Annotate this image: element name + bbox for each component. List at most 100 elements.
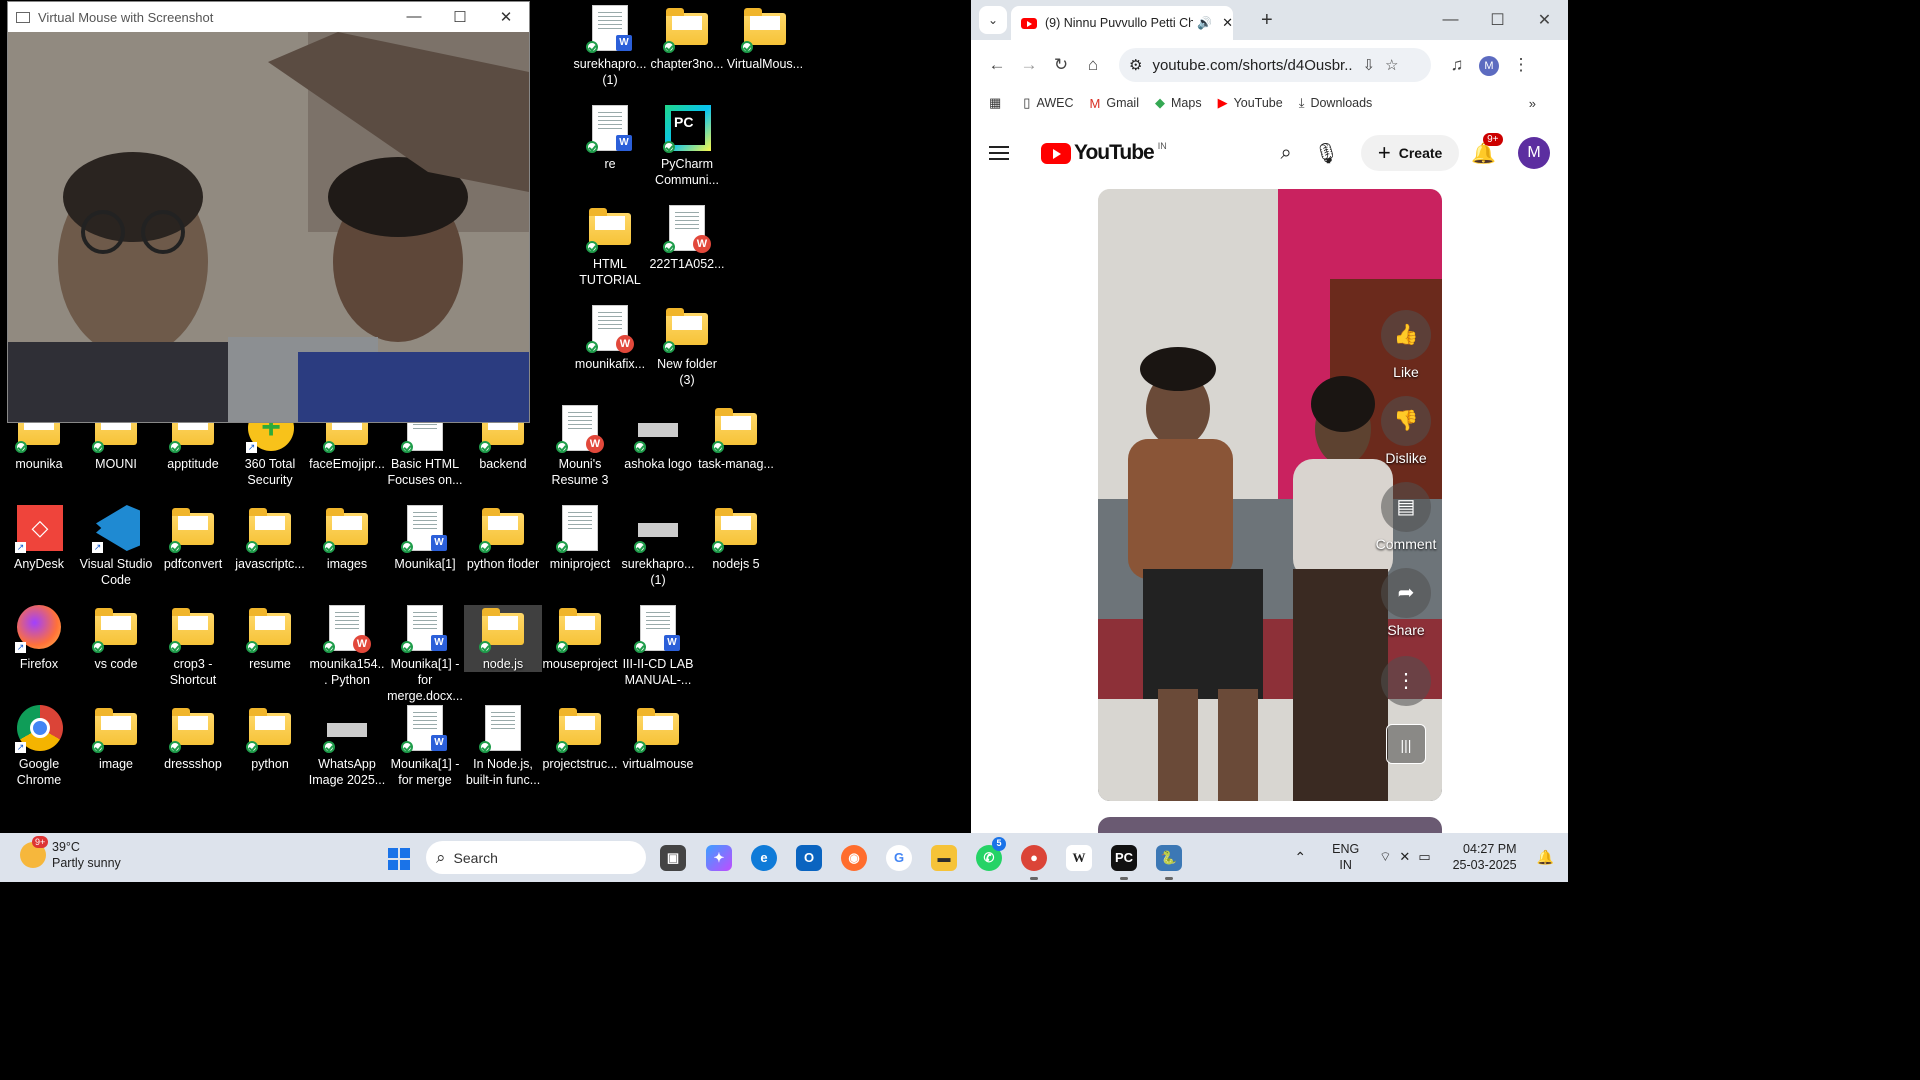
more-bookmarks-icon[interactable]: » — [1529, 96, 1542, 111]
bookmark-youtube[interactable]: ▶ YouTube — [1218, 95, 1283, 111]
desktop-icon[interactable]: Wmounikafix... — [571, 305, 649, 372]
tab-youtube[interactable]: (9) Ninnu Puvvullo Petti Chu 🔊 ✕ — [1011, 6, 1233, 40]
camera-window[interactable]: Virtual Mouse with Screenshot — ☐ ✕ — [7, 1, 530, 423]
bookmark-maps[interactable]: ◆ Maps — [1155, 95, 1202, 111]
desktop-icon[interactable]: projectstruc... — [541, 705, 619, 772]
desktop-icon[interactable]: node.js — [464, 605, 542, 672]
desktop-icon[interactable]: images — [308, 505, 386, 572]
create-button[interactable]: + Create — [1361, 135, 1460, 171]
desktop-icon[interactable]: ↗ Google Chrome — [0, 705, 78, 788]
desktop-icon[interactable]: ◇ ↗ AnyDesk — [0, 505, 78, 572]
desktop-icon[interactable]: In Node.js, built-in func... — [464, 705, 542, 788]
desktop-icon[interactable]: nodejs 5 — [697, 505, 775, 572]
desktop-icon[interactable]: python floder — [464, 505, 542, 572]
desktop-icon[interactable]: vs code — [77, 605, 155, 672]
weather-widget[interactable]: 9+ 39°C Partly sunny — [20, 836, 121, 871]
desktop-icon[interactable]: surekhapro... (1) — [619, 505, 697, 588]
reload-button[interactable]: ↻ — [1045, 55, 1077, 75]
desktop-icon[interactable]: W Mounika[1] - for merge — [386, 705, 464, 788]
thumbs-up-icon[interactable]: 👍 — [1381, 310, 1431, 360]
firefox-icon[interactable]: ◉ — [841, 845, 867, 871]
notification-center-icon[interactable]: 🔔 — [1537, 849, 1554, 866]
copilot-icon[interactable]: ✦ — [706, 845, 732, 871]
desktop-icon[interactable]: mouseproject — [541, 605, 619, 672]
minimize-button[interactable]: — — [391, 8, 437, 26]
close-button[interactable]: ✕ — [483, 8, 529, 26]
guide-menu-icon[interactable] — [989, 146, 1009, 160]
share-action[interactable]: ➦ Share — [1381, 568, 1431, 638]
desktop-icon[interactable]: crop3 - Shortcut — [154, 605, 232, 688]
desktop-icon[interactable]: New folder (3) — [648, 305, 726, 388]
share-icon[interactable]: ➦ — [1381, 568, 1431, 618]
comment-icon[interactable]: ▤ — [1381, 482, 1431, 532]
desktop-icon[interactable]: W 222T1A052... — [648, 205, 726, 272]
more-vertical-icon[interactable]: ⋮ — [1381, 656, 1431, 706]
tab-close-button[interactable]: ✕ — [1222, 15, 1233, 31]
taskbar-search[interactable]: ⌕ Search — [426, 841, 646, 874]
desktop-icon[interactable]: ↗ Firefox — [0, 605, 78, 672]
bookmark-star-icon[interactable]: ☆ — [1385, 56, 1398, 74]
start-button[interactable] — [388, 848, 410, 870]
desktop-icon[interactable]: task-manag... — [697, 405, 775, 472]
comment-action[interactable]: ▤ Comment — [1376, 482, 1436, 552]
network-volume-battery-icons[interactable]: ⌔✕▭ — [1379, 849, 1438, 865]
desktop-icon[interactable]: virtualmouse — [619, 705, 697, 772]
desktop-icon[interactable]: chapter3no... — [648, 5, 726, 72]
pycharm-taskbar-icon[interactable]: PC — [1111, 845, 1137, 880]
audio-wave-icon[interactable]: ||| — [1386, 724, 1426, 764]
browser-maximize-button[interactable]: ☐ — [1474, 10, 1521, 30]
address-bar[interactable]: ⚙ youtube.com/shorts/d4Ousbr... ⇩ ☆ — [1119, 48, 1431, 82]
microphone-icon[interactable]: 🎙 — [1314, 141, 1339, 166]
new-tab-button[interactable]: + — [1261, 9, 1273, 32]
desktop-icon[interactable]: Wsurekhapro... (1) — [571, 5, 649, 88]
account-avatar[interactable]: M — [1518, 137, 1550, 169]
task-view-icon[interactable]: ▣ — [660, 845, 686, 871]
file-explorer-icon[interactable]: ▬ — [931, 845, 957, 871]
desktop-icon[interactable]: python — [231, 705, 309, 772]
maximize-button[interactable]: ☐ — [437, 8, 483, 26]
like-action[interactable]: 👍 Like — [1381, 310, 1431, 380]
python-taskbar-icon[interactable]: 🐍 — [1156, 845, 1182, 880]
browser-menu-icon[interactable]: ⋮ — [1505, 55, 1537, 75]
tab-search-button[interactable]: ⌄ — [979, 6, 1007, 34]
desktop-icon[interactable]: W Mounika[1] — [386, 505, 464, 572]
desktop-icon[interactable]: dressshop — [154, 705, 232, 772]
remix-sound-button[interactable]: ||| — [1386, 724, 1426, 764]
bookmark-downloads[interactable]: ⤓ Downloads — [1299, 95, 1373, 111]
desktop-icon[interactable]: miniproject — [541, 505, 619, 572]
google-icon[interactable]: G — [886, 845, 912, 871]
desktop-icon[interactable]: resume — [231, 605, 309, 672]
desktop-icon[interactable]: W III-II-CD LAB MANUAL-... — [619, 605, 697, 688]
desktop-icon[interactable]: WhatsApp Image 2025... — [308, 705, 386, 788]
desktop-icon[interactable]: WMounika[1] - for merge.docx.... — [386, 605, 464, 720]
search-icon[interactable]: ⌕ — [1281, 142, 1292, 165]
desktop-icon[interactable]: VirtualMous... — [726, 5, 804, 72]
camera-window-titlebar[interactable]: Virtual Mouse with Screenshot — ☐ ✕ — [8, 2, 529, 32]
desktop-icon[interactable]: Wre — [571, 105, 649, 172]
more-actions[interactable]: ⋮ — [1381, 656, 1431, 706]
media-control-icon[interactable]: ♫ — [1441, 55, 1473, 75]
youtube-logo[interactable]: YouTube IN — [1041, 141, 1167, 165]
chrome-window[interactable]: ⌄ (9) Ninnu Puvvullo Petti Chu 🔊 ✕ + — ☐… — [971, 0, 1568, 837]
browser-minimize-button[interactable]: — — [1427, 11, 1474, 29]
wikipedia-icon[interactable]: W — [1066, 845, 1092, 871]
thumbs-down-icon[interactable]: 👎 — [1381, 396, 1431, 446]
desktop-icon[interactable]: pdfconvert — [154, 505, 232, 572]
desktop-icon[interactable]: Wmounika154... Python — [308, 605, 386, 688]
desktop-icon[interactable]: javascriptc... — [231, 505, 309, 572]
edge-icon[interactable]: e — [751, 845, 777, 871]
bookmark-gmail[interactable]: M Gmail — [1090, 96, 1140, 111]
back-button[interactable]: ← — [981, 55, 1013, 75]
profile-avatar[interactable]: M — [1473, 54, 1505, 76]
clock[interactable]: 04:27 PM 25-03-2025 — [1453, 841, 1517, 873]
desktop-icon[interactable]: HTML TUTORIAL — [571, 205, 649, 288]
browser-close-button[interactable]: ✕ — [1521, 10, 1568, 30]
desktop-icon[interactable]: image — [77, 705, 155, 772]
language-indicator[interactable]: ENG IN — [1332, 841, 1359, 873]
home-button[interactable]: ⌂ — [1077, 55, 1109, 75]
outlook-icon[interactable]: O — [796, 845, 822, 871]
notifications-bell-icon[interactable]: 🔔 9+ — [1471, 132, 1503, 166]
install-app-icon[interactable]: ⇩ — [1362, 56, 1375, 74]
forward-button[interactable]: → — [1013, 55, 1045, 75]
show-hidden-icons[interactable]: ⌃ — [1294, 849, 1306, 866]
